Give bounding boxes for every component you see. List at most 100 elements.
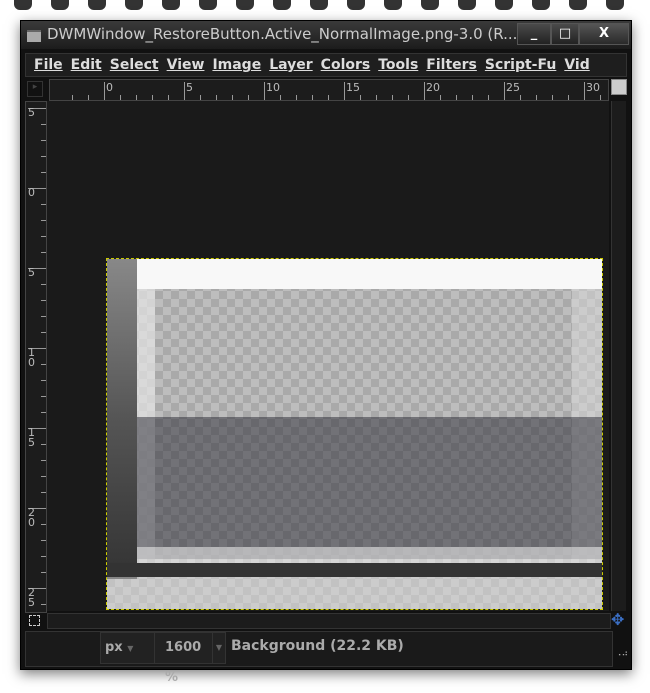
chevron-down-icon: ▼ xyxy=(127,644,134,653)
ruler-tick xyxy=(41,236,46,237)
ruler-label: 15 xyxy=(346,81,360,94)
ruler-tick xyxy=(41,316,46,317)
window-title: DWMWindow_RestoreButton.Active_NormalIma… xyxy=(47,25,518,43)
status-bar: px ▼ 1600 % ▼ Background (22.2 KB) xyxy=(25,631,613,685)
desktop-icon xyxy=(51,0,69,10)
resize-grip[interactable]: ⠠⠴ xyxy=(615,649,628,659)
menu-filters[interactable]: Filters xyxy=(426,57,477,73)
quick-mask-toggle[interactable]: ▸ xyxy=(27,81,43,97)
ruler-tick xyxy=(41,460,46,461)
menu-colors[interactable]: Colors xyxy=(321,57,371,73)
ruler-tick xyxy=(392,95,393,100)
zoom-field[interactable]: 1600 % xyxy=(154,632,216,685)
ruler-tick xyxy=(41,284,46,285)
ruler-tick xyxy=(424,82,425,100)
desktop-icon xyxy=(421,0,439,10)
ruler-tick xyxy=(41,524,46,525)
ruler-tick xyxy=(232,95,233,100)
ruler-tick xyxy=(41,412,46,413)
menu-select[interactable]: Select xyxy=(110,57,159,73)
vertical-scrollbar[interactable] xyxy=(611,101,626,611)
ruler-tick xyxy=(488,95,489,100)
menu-tools[interactable]: Tools xyxy=(378,57,418,73)
ruler-tick xyxy=(360,95,361,100)
ruler-tick xyxy=(184,82,185,100)
ruler-tick xyxy=(120,95,121,100)
window-menu-icon[interactable] xyxy=(27,30,41,42)
ruler-tick xyxy=(41,172,46,173)
menu-view[interactable]: View xyxy=(167,57,205,73)
ruler-tick xyxy=(41,572,46,573)
ruler-tick xyxy=(41,156,46,157)
horizontal-scrollbar[interactable] xyxy=(47,613,611,629)
ruler-tick xyxy=(41,204,46,205)
ruler-label: 1 0 xyxy=(28,346,35,369)
ruler-label: 5 xyxy=(28,266,35,279)
ruler-tick xyxy=(600,95,601,100)
ruler-tick xyxy=(456,95,457,100)
menu-script-fu[interactable]: Script-Fu xyxy=(485,57,556,73)
desktop-icon xyxy=(347,0,365,10)
ruler-tick xyxy=(41,380,46,381)
minimize-button[interactable]: _ xyxy=(517,23,551,45)
desktop-icon xyxy=(458,0,476,10)
ruler-tick xyxy=(248,95,249,100)
ruler-tick xyxy=(41,604,46,605)
gimp-image-window: DWMWindow_RestoreButton.Active_NormalIma… xyxy=(20,20,632,685)
ruler-label: 2 5 xyxy=(28,586,35,609)
selection-toggle-icon[interactable] xyxy=(29,615,40,626)
ruler-tick xyxy=(104,82,105,100)
zoom-dropdown-icon[interactable]: ▼ xyxy=(212,632,226,664)
ruler-tick xyxy=(41,364,46,365)
maximize-button[interactable]: □ xyxy=(551,23,579,45)
horizontal-ruler[interactable]: 0 5 10 15 20 25 30 xyxy=(49,79,609,101)
desktop-icon xyxy=(606,0,624,10)
ruler-tick xyxy=(41,252,46,253)
menu-file[interactable]: File xyxy=(34,57,63,73)
ruler-tick xyxy=(440,95,441,100)
ruler-label: 2 0 xyxy=(28,506,35,529)
menu-video[interactable]: Vid xyxy=(564,57,589,73)
title-bar: DWMWindow_RestoreButton.Active_NormalIma… xyxy=(21,21,631,49)
navigate-icon[interactable]: ✥ xyxy=(611,610,624,629)
desktop-icon xyxy=(273,0,291,10)
desktop-icon xyxy=(495,0,513,10)
canvas-area[interactable] xyxy=(47,101,609,611)
image-layer[interactable] xyxy=(106,258,603,610)
ruler-tick xyxy=(472,95,473,100)
desktop-icon xyxy=(310,0,328,10)
ruler-tick xyxy=(41,124,46,125)
ruler-label: 1 5 xyxy=(28,426,35,449)
desktop-icon xyxy=(162,0,180,10)
close-button[interactable]: X xyxy=(579,23,629,45)
unit-select[interactable]: px ▼ xyxy=(100,632,156,664)
layer-info: Background (22.2 KB) xyxy=(231,638,404,654)
zoom-image-icon[interactable] xyxy=(611,79,627,95)
vertical-ruler[interactable]: 5 0 5 1 0 1 5 2 0 2 5 xyxy=(25,101,47,613)
ruler-tick xyxy=(41,556,46,557)
ruler-tick xyxy=(41,444,46,445)
menu-bar: File Edit Select View Image Layer Colors Tools F… xyxy=(25,53,627,77)
ruler-label: 5 xyxy=(186,81,193,94)
menu-edit[interactable]: Edit xyxy=(71,57,102,73)
menu-image[interactable]: Image xyxy=(212,57,261,73)
desktop-icon xyxy=(199,0,217,10)
ruler-tick xyxy=(296,95,297,100)
unit-value: px xyxy=(105,640,123,655)
ruler-tick xyxy=(136,95,137,100)
ruler-label: 5 xyxy=(28,106,35,119)
ruler-tick xyxy=(41,300,46,301)
menu-layer[interactable]: Layer xyxy=(269,57,312,73)
ruler-tick xyxy=(344,82,345,100)
ruler-tick xyxy=(72,95,73,100)
ruler-tick xyxy=(584,82,585,100)
ruler-tick xyxy=(41,396,46,397)
ruler-label: 0 xyxy=(28,186,35,199)
ruler-tick xyxy=(264,82,265,100)
ruler-tick xyxy=(41,332,46,333)
ruler-tick xyxy=(200,95,201,100)
ruler-tick xyxy=(41,492,46,493)
ruler-tick xyxy=(41,220,46,221)
ruler-tick xyxy=(216,95,217,100)
ruler-label: 20 xyxy=(426,81,440,94)
